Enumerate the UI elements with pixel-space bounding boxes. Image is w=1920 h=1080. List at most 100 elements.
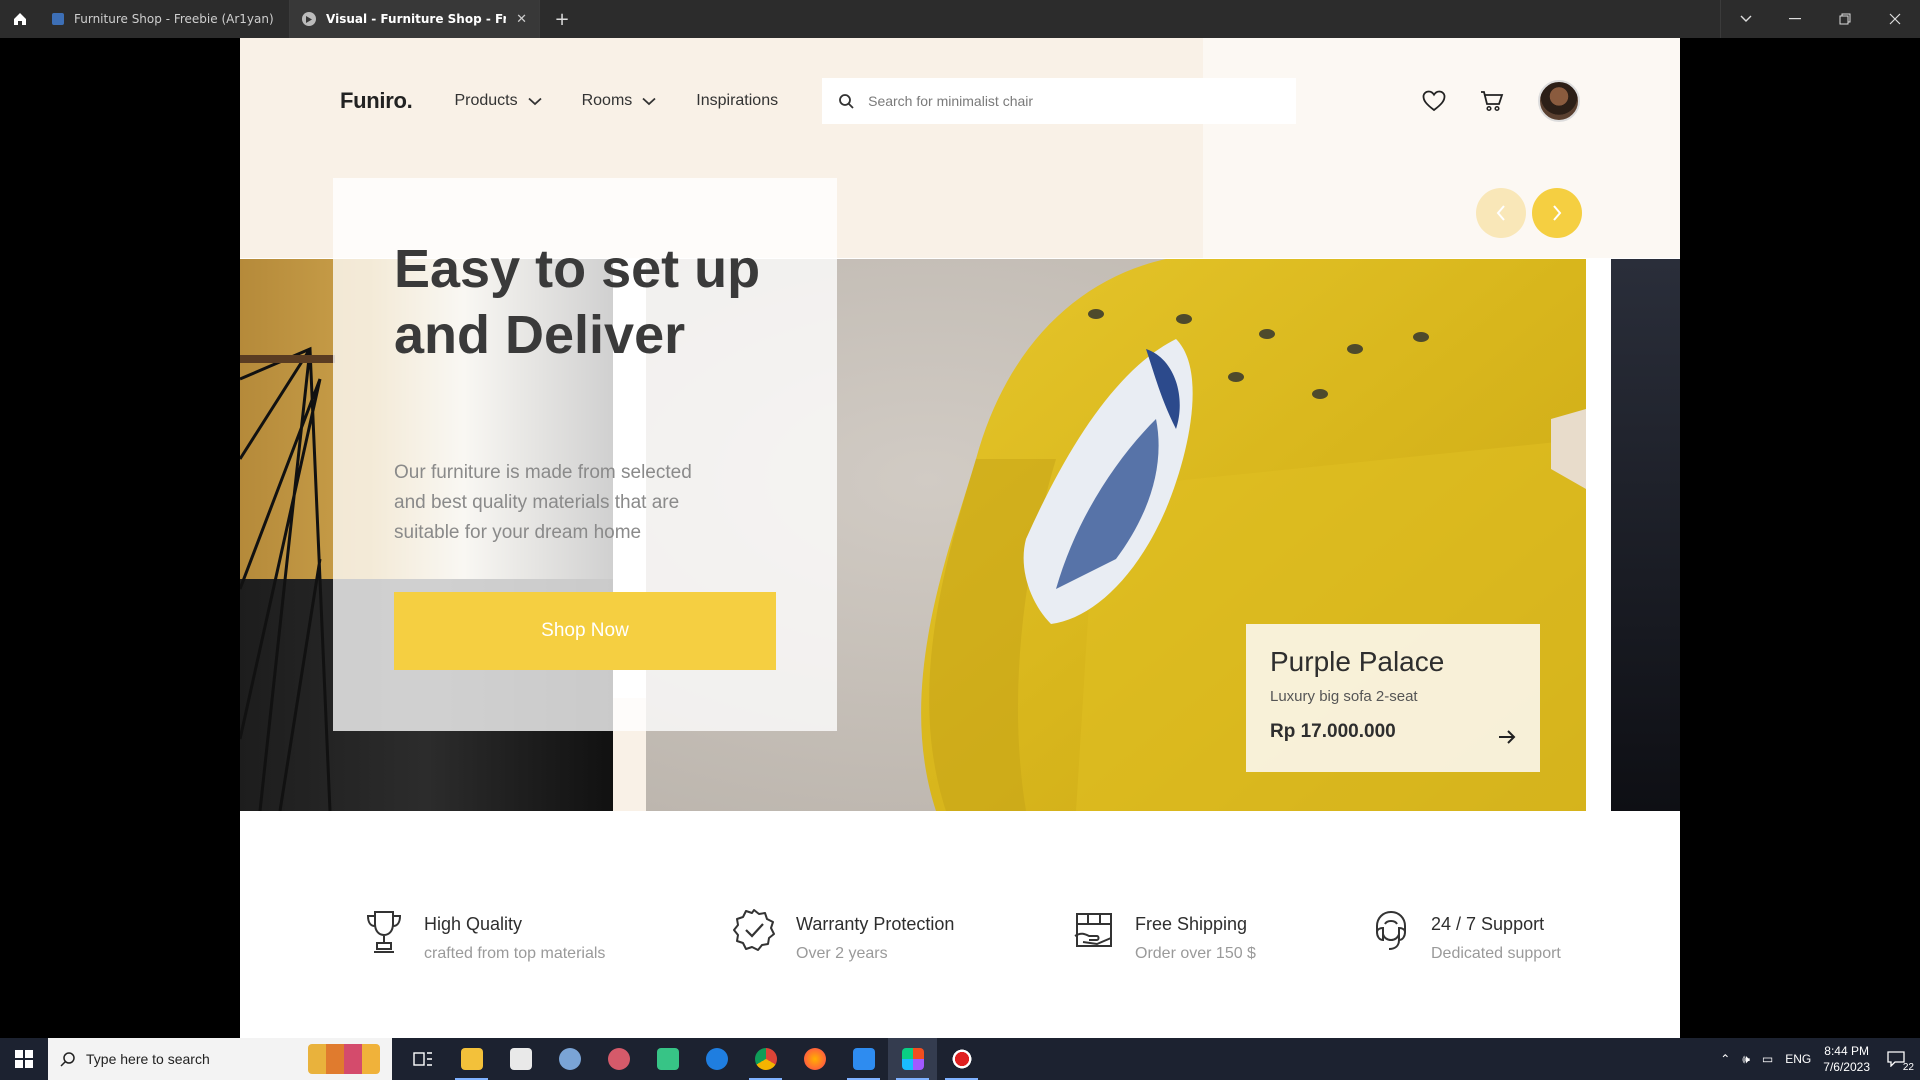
taskbar-search[interactable] [48, 1038, 392, 1080]
product-description: Luxury big sofa 2-seat [1270, 688, 1418, 705]
rocket-icon [656, 1048, 679, 1070]
features-section: High Quality crafted from top materials … [240, 908, 1680, 1028]
cart-icon[interactable] [1480, 90, 1504, 112]
task-view-icon [412, 1052, 432, 1066]
windows-start-button[interactable] [0, 1038, 48, 1080]
chevron-right-icon [1553, 205, 1562, 221]
taskbar-mail[interactable] [496, 1038, 545, 1080]
badge-check-icon [733, 909, 775, 951]
teamviewer-icon [705, 1048, 728, 1070]
home-icon[interactable] [0, 0, 40, 38]
paint-3d-icon [607, 1048, 630, 1070]
file-icon [52, 13, 64, 25]
record-icon [950, 1048, 973, 1070]
search-icon [839, 94, 854, 109]
avatar[interactable] [1538, 80, 1580, 122]
taskbar-teamviewer[interactable] [692, 1038, 741, 1080]
chevron-up-icon[interactable]: ⌃ [1720, 1052, 1730, 1066]
taskbar-paint-3d[interactable] [594, 1038, 643, 1080]
network-icon[interactable]: ▭ [1762, 1052, 1773, 1066]
search-highlight-image [308, 1044, 380, 1074]
close-window-button[interactable] [1870, 0, 1920, 38]
feature-title: High Quality [424, 914, 523, 934]
mail-icon [509, 1048, 532, 1070]
tab-label: Visual - Furniture Shop - Freebie (Ar1ya… [326, 12, 506, 26]
headset-icon [1375, 910, 1407, 950]
logo[interactable]: Funiro. [340, 88, 413, 114]
system-tray: ⌃ 🕪 ▭ ENG 8:44 PM 7/6/2023 22 [1720, 1043, 1920, 1075]
hero-title: Easy to set up and Deliver [394, 239, 761, 365]
shop-now-button[interactable]: Shop Now [394, 592, 776, 670]
feature-support: 24 / 7 Support Dedicated support [1371, 908, 1561, 963]
nav-products-label: Products [454, 92, 518, 109]
language-indicator[interactable]: ENG [1785, 1052, 1811, 1066]
app-titlebar: Furniture Shop - Freebie (Ar1yan) Visual… [0, 0, 1920, 38]
clock-time: 8:44 PM [1824, 1044, 1869, 1058]
hero-card: Easy to set up and Deliver Our furniture… [333, 178, 837, 731]
windows-taskbar: ⌃ 🕪 ▭ ENG 8:44 PM 7/6/2023 22 [0, 1038, 1920, 1080]
chrome-icon [754, 1048, 777, 1070]
chevron-down-icon [642, 97, 656, 105]
hero-image-right [1611, 259, 1680, 811]
taskbar-figma[interactable] [888, 1038, 937, 1080]
product-card[interactable]: Purple Palace Luxury big sofa 2-seat Rp … [1246, 624, 1540, 772]
volume-icon[interactable]: 🕪 [1742, 1052, 1750, 1067]
nav-rooms[interactable]: Rooms [582, 92, 657, 110]
tab-label: Furniture Shop - Freebie (Ar1yan) [74, 12, 274, 26]
trophy-icon [366, 911, 402, 953]
taskbar-file-explorer[interactable] [447, 1038, 496, 1080]
task-view-button[interactable] [398, 1038, 447, 1080]
taskbar-chrome[interactable] [741, 1038, 790, 1080]
notification-center-button[interactable]: 22 [1882, 1045, 1914, 1073]
package-icon [1074, 913, 1112, 947]
notification-count: 22 [1902, 1062, 1914, 1073]
taskbar-paint[interactable] [545, 1038, 594, 1080]
feature-free-shipping: Free Shipping Order over 150 $ [1073, 908, 1256, 963]
taskbar-vpn[interactable] [839, 1038, 888, 1080]
search-bar[interactable] [822, 78, 1297, 124]
taskbar-search-input[interactable] [86, 1051, 298, 1067]
arrow-right-icon[interactable] [1498, 730, 1516, 744]
feature-title: Warranty Protection [796, 914, 955, 934]
search-input[interactable] [868, 93, 1281, 109]
figma-icon [901, 1048, 924, 1070]
product-name: Purple Palace [1270, 646, 1445, 677]
carousel-prev-button[interactable] [1476, 188, 1526, 238]
feature-high-quality: High Quality crafted from top materials [364, 908, 605, 963]
nav-products[interactable]: Products [454, 92, 542, 110]
taskbar-apps [398, 1038, 986, 1080]
restore-button[interactable] [1820, 0, 1870, 38]
heart-icon[interactable] [1422, 90, 1446, 112]
shield-icon [852, 1048, 875, 1070]
minimize-button[interactable] [1770, 0, 1820, 38]
nav-actions [1422, 78, 1580, 124]
chevron-down-icon[interactable] [1720, 0, 1770, 38]
carousel-next-button[interactable] [1532, 188, 1582, 238]
windows-logo-icon [15, 1050, 33, 1068]
clock-date: 7/6/2023 [1823, 1060, 1870, 1074]
navbar: Funiro. Products Rooms Inspirations [340, 78, 1580, 124]
feature-subtitle: Over 2 years [796, 945, 888, 962]
taskbar-recorder[interactable] [937, 1038, 986, 1080]
feature-title: 24 / 7 Support [1431, 914, 1545, 934]
feature-subtitle: crafted from top materials [424, 945, 606, 962]
new-tab-button[interactable]: + [540, 0, 584, 38]
nav-inspirations[interactable]: Inspirations [696, 92, 778, 110]
feature-subtitle: Dedicated support [1431, 945, 1561, 962]
tab-furniture-shop[interactable]: Furniture Shop - Freebie (Ar1yan) [40, 0, 290, 38]
feature-title: Free Shipping [1135, 914, 1248, 934]
close-tab-icon[interactable]: ✕ [516, 12, 527, 27]
taskbar-app-rocket[interactable] [643, 1038, 692, 1080]
palette-icon [558, 1048, 581, 1070]
tab-visual-furniture-shop[interactable]: Visual - Furniture Shop - Freebie (Ar1ya… [290, 0, 540, 38]
search-icon [60, 1052, 75, 1067]
taskbar-firefox[interactable] [790, 1038, 839, 1080]
design-frame: Funiro. Products Rooms Inspirations Sear… [240, 38, 1680, 1038]
nav-rooms-label: Rooms [581, 92, 633, 109]
chevron-down-icon [527, 97, 542, 105]
firefox-icon [803, 1048, 826, 1070]
hero-background-right [1203, 38, 1680, 258]
feature-warranty: Warranty Protection Over 2 years [732, 908, 954, 963]
clock[interactable]: 8:44 PM 7/6/2023 [1823, 1043, 1870, 1075]
product-price: Rp 17.000.000 [1270, 721, 1396, 742]
